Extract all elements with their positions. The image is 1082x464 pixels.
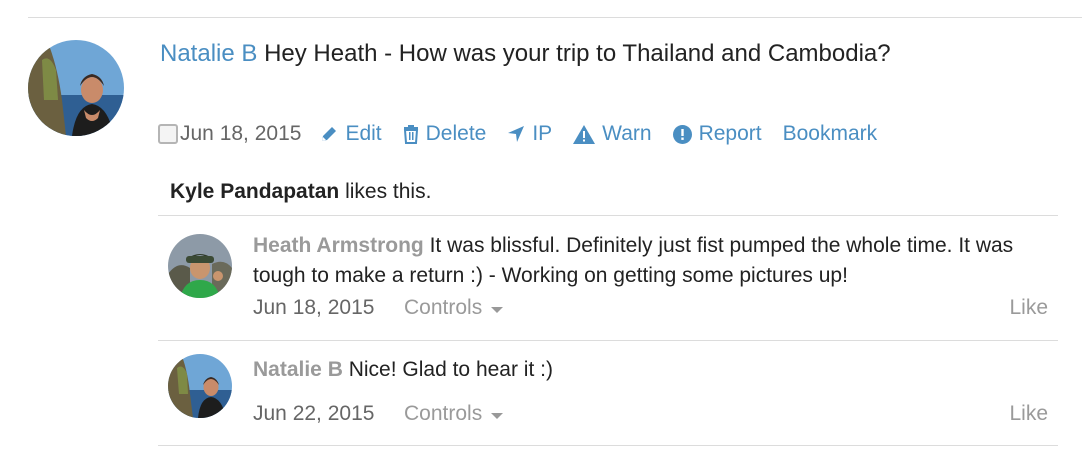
avatar[interactable] (28, 40, 124, 136)
comment-meta: Jun 22, 2015 Controls Like (253, 402, 1048, 432)
location-arrow-icon (507, 125, 525, 143)
controls-dropdown[interactable]: Controls (404, 296, 504, 320)
pencil-icon (320, 125, 338, 143)
post-date[interactable]: Jun 18, 2015 (180, 122, 301, 146)
post-message-line: Natalie B Hey Heath - How was your trip … (160, 40, 891, 68)
delete-link[interactable]: Delete (403, 122, 487, 146)
delete-label: Delete (425, 122, 487, 145)
likes-summary: Kyle Pandapatan likes this. (158, 166, 1058, 216)
likes-suffix: likes this. (345, 180, 432, 203)
like-link[interactable]: Like (1009, 296, 1048, 320)
edit-label: Edit (345, 122, 382, 145)
top-divider (28, 17, 1082, 18)
comment-text: Nice! Glad to hear it :) (348, 358, 553, 381)
caret-down-icon (491, 413, 504, 419)
avatar[interactable] (168, 234, 232, 298)
select-checkbox[interactable] (158, 124, 178, 144)
report-link[interactable]: Report (672, 122, 762, 146)
comment-item: Natalie B Nice! Glad to hear it :) Jun 2… (158, 341, 1058, 446)
comment-body: Natalie B Nice! Glad to hear it :) (253, 355, 1053, 385)
warn-link[interactable]: Warn (573, 122, 652, 146)
ip-label: IP (532, 122, 553, 145)
post-action-bar: Jun 18, 2015 Edit Delete IP Warn Report … (158, 119, 898, 149)
post-message: Hey Heath - How was your trip to Thailan… (264, 40, 891, 67)
comment-date[interactable]: Jun 22, 2015 (253, 402, 374, 426)
comment-date[interactable]: Jun 18, 2015 (253, 296, 374, 320)
exclamation-circle-icon (672, 124, 692, 144)
like-link[interactable]: Like (1009, 402, 1048, 426)
comment-author-link[interactable]: Heath Armstrong (253, 234, 424, 257)
comment-meta: Jun 18, 2015 Controls Like (253, 296, 1048, 326)
warning-icon (573, 124, 596, 144)
ip-link[interactable]: IP (507, 122, 552, 146)
bookmark-label: Bookmark (782, 122, 878, 145)
avatar[interactable] (168, 354, 232, 418)
bookmark-link[interactable]: Bookmark (783, 122, 878, 146)
controls-label: Controls (404, 402, 483, 425)
controls-label: Controls (404, 296, 483, 319)
caret-down-icon (491, 307, 504, 313)
liker-name[interactable]: Kyle Pandapatan (170, 180, 339, 203)
comment-item: Heath Armstrong It was blissful. Definit… (158, 217, 1058, 341)
post-author-link[interactable]: Natalie B (160, 40, 257, 67)
edit-link[interactable]: Edit (320, 122, 382, 146)
trash-icon (403, 124, 419, 144)
comment-author-link[interactable]: Natalie B (253, 358, 343, 381)
report-label: Report (698, 122, 762, 145)
controls-dropdown[interactable]: Controls (404, 402, 504, 426)
comment-body: Heath Armstrong It was blissful. Definit… (253, 231, 1053, 291)
warn-label: Warn (602, 122, 652, 145)
